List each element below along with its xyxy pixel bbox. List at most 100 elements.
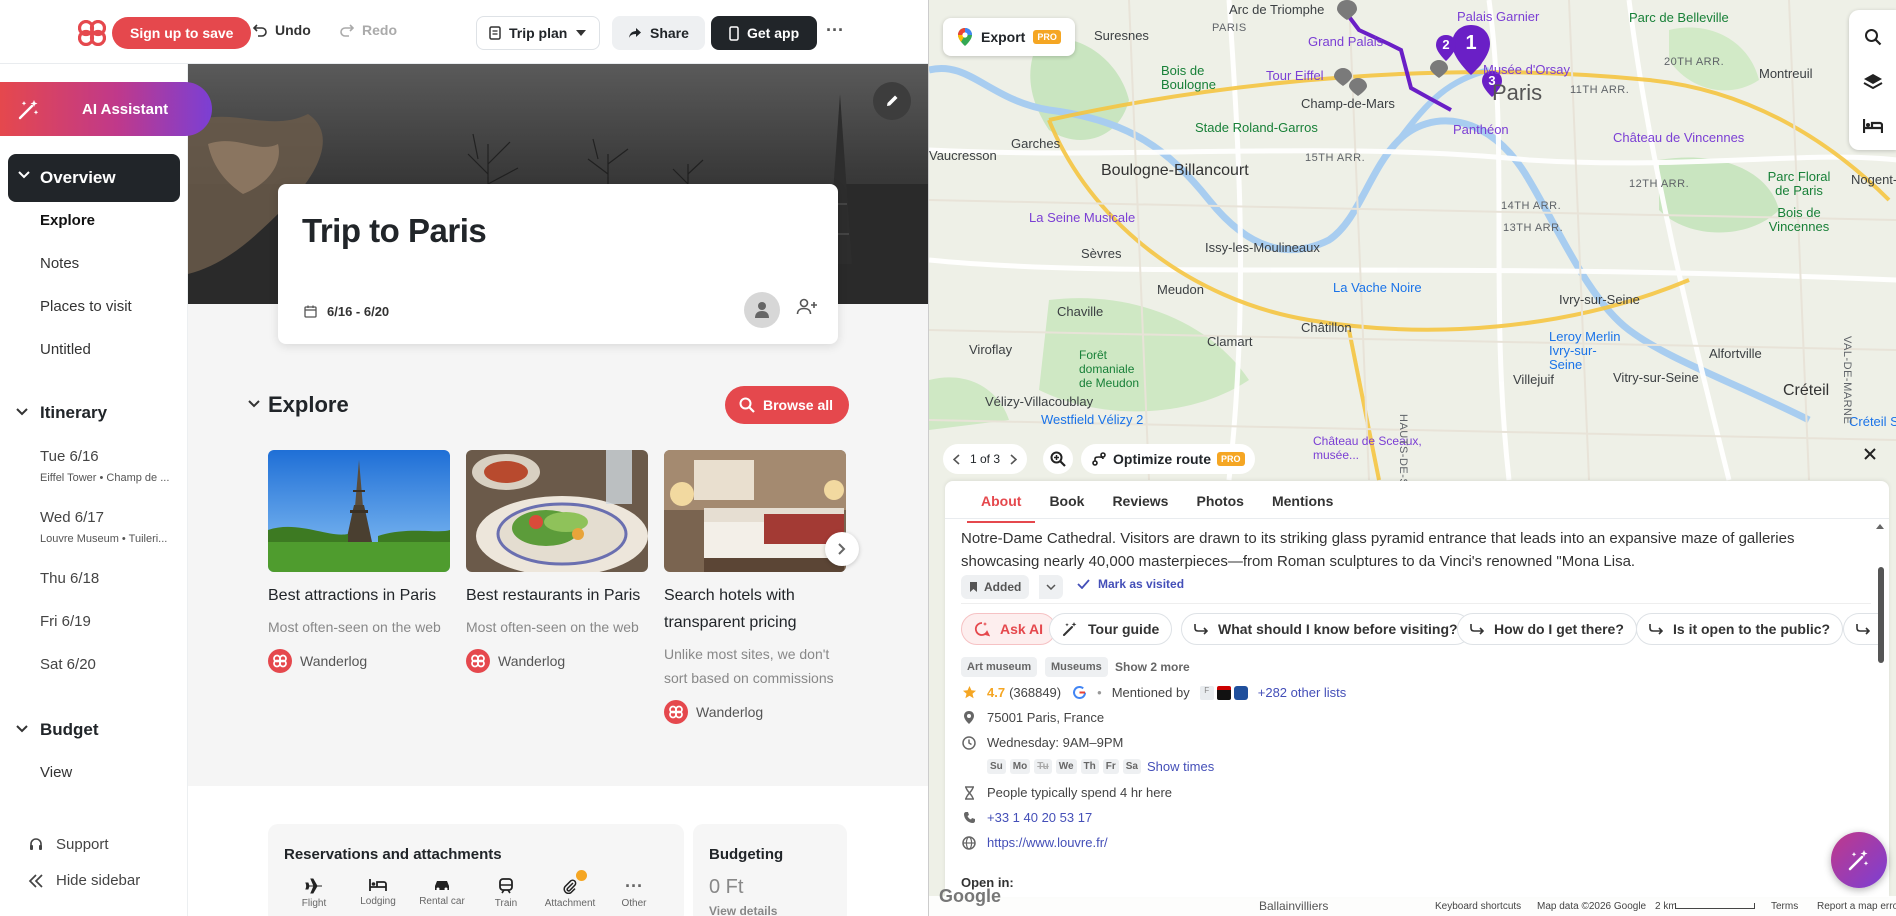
suggested-question-chip[interactable]: How do I get there?	[1457, 613, 1637, 645]
edit-cover-button[interactable]	[873, 82, 911, 120]
sidebar-itinerary-heading[interactable]: Itinerary	[40, 403, 107, 423]
reservation-lodging[interactable]: Lodging	[346, 878, 410, 909]
chip-label: What should I know before visiting?	[1218, 621, 1458, 637]
reservation-flight[interactable]: Flight	[282, 878, 346, 909]
weekday-chip[interactable]: Tu	[1034, 759, 1052, 774]
explore-card-hotels[interactable]: Search hotels with transparent pricing U…	[664, 450, 846, 724]
close-icon[interactable]	[1864, 448, 1876, 460]
address-label: 75001 Paris, France	[987, 710, 1105, 725]
route-pin-2[interactable]: 2	[1435, 34, 1457, 62]
wanderlog-logo-icon[interactable]	[78, 20, 106, 46]
undo-button[interactable]: Undo	[253, 22, 311, 38]
phone-link[interactable]: +33 1 40 20 53 17	[987, 810, 1092, 825]
chevron-right-icon	[838, 543, 846, 555]
avatar[interactable]	[744, 292, 780, 328]
map-label: Alfortville	[1709, 346, 1762, 361]
card-source: Wanderlog	[268, 649, 450, 673]
share-button[interactable]: Share	[612, 16, 705, 50]
weekday-chip[interactable]: Th	[1080, 759, 1099, 774]
browse-all-button[interactable]: Browse all	[725, 386, 850, 424]
scroll-up-arrow-icon[interactable]	[1875, 523, 1885, 530]
sidebar-item-untitled[interactable]: Untitled	[40, 341, 91, 358]
keyboard-shortcuts-link[interactable]: Keyboard shortcuts	[1435, 901, 1521, 912]
mark-as-visited-button[interactable]: Mark as visited	[1077, 577, 1184, 591]
add-user-icon[interactable]	[796, 298, 818, 316]
view-details-link[interactable]: View details	[709, 904, 777, 916]
weekday-chip[interactable]: Su	[987, 759, 1006, 774]
zoom-to-place-button[interactable]	[1043, 444, 1073, 474]
chevron-down-icon[interactable]	[16, 725, 28, 733]
chevron-down-icon[interactable]	[16, 408, 28, 416]
mention-logos[interactable]: F	[1199, 685, 1248, 700]
weekday-chip[interactable]: Fr	[1102, 759, 1119, 774]
other-lists-link[interactable]: +282 other lists	[1258, 685, 1347, 700]
weekday-chip[interactable]: Sa	[1122, 759, 1141, 774]
trip-plan-label: Trip plan	[509, 25, 568, 41]
reservation-rental-car[interactable]: Rental car	[410, 878, 474, 909]
sidebar-item-notes[interactable]: Notes	[40, 255, 79, 272]
carousel-next-button[interactable]	[825, 532, 859, 566]
reviews-count[interactable]: (368849)	[1009, 685, 1061, 700]
category-tag[interactable]: Museums	[1045, 657, 1108, 677]
sign-up-button[interactable]: Sign up to save	[112, 17, 252, 49]
show-more-tags-link[interactable]: Show 2 more	[1115, 660, 1190, 674]
reservation-attachment[interactable]: Attachment	[538, 870, 602, 909]
bed-icon[interactable]	[1863, 118, 1883, 134]
terms-link[interactable]: Terms	[1771, 901, 1798, 912]
support-link[interactable]: Support	[28, 836, 109, 853]
chevron-right-icon[interactable]	[1010, 453, 1018, 465]
place-pager[interactable]: 1 of 3	[943, 444, 1028, 474]
panel-scrollbar[interactable]	[1878, 567, 1884, 663]
reservation-other[interactable]: ··· Other	[602, 877, 666, 909]
sidebar-day[interactable]: Sat 6/20	[40, 656, 96, 673]
suggested-question-chip[interactable]: Is it open to the public?	[1636, 613, 1844, 645]
phone-row[interactable]: +33 1 40 20 53 17	[961, 810, 1092, 825]
optimize-route-button[interactable]: Optimize route PRO	[1081, 444, 1255, 474]
sidebar-day[interactable]: Thu 6/18	[40, 570, 99, 587]
trip-title[interactable]: Trip to Paris	[302, 212, 487, 250]
layers-icon[interactable]	[1863, 72, 1883, 92]
sidebar-day[interactable]: Fri 6/19	[40, 613, 91, 630]
more-options-icon[interactable]: ···	[826, 20, 844, 41]
explore-card-restaurants[interactable]: Best restaurants in Paris Most often-see…	[466, 450, 648, 673]
undo-label: Undo	[275, 22, 311, 38]
map-view[interactable]: 1 2 3 Arc de Triomphe Palais Garnier Par…	[928, 0, 1896, 916]
hide-sidebar-button[interactable]: Hide sidebar	[28, 872, 140, 889]
website-row[interactable]: https://www.louvre.fr/	[961, 835, 1108, 850]
weekday-chip[interactable]: Mo	[1009, 759, 1031, 774]
magic-wand-icon	[1062, 621, 1078, 637]
show-times-link[interactable]: Show times	[1147, 759, 1214, 774]
category-tag[interactable]: Art museum	[961, 657, 1038, 677]
tour-guide-button[interactable]: Tour guide	[1049, 613, 1173, 645]
weekday-chip[interactable]: We	[1055, 759, 1077, 774]
ask-ai-button[interactable]: Ask AI	[961, 613, 1057, 645]
get-app-button[interactable]: Get app	[711, 16, 818, 50]
redo-button[interactable]: Redo	[340, 22, 397, 38]
sidebar-day[interactable]: Tue 6/16	[40, 448, 99, 465]
export-button[interactable]: Export PRO	[943, 18, 1075, 56]
suggested-question-chip[interactable]: What should I know before visiting?	[1181, 613, 1471, 645]
sidebar-item-budget-view[interactable]: View	[40, 764, 72, 781]
sidebar-overview[interactable]: Overview	[8, 154, 180, 202]
website-link[interactable]: https://www.louvre.fr/	[987, 835, 1108, 850]
chevron-left-icon[interactable]	[953, 453, 960, 465]
sidebar-item-explore[interactable]: Explore	[40, 212, 95, 229]
trip-plan-dropdown[interactable]: Trip plan	[476, 16, 601, 50]
sidebar-item-places[interactable]: Places to visit	[40, 298, 132, 315]
budgeting-title: Budgeting	[709, 846, 784, 863]
ai-assistant-fab[interactable]	[1831, 832, 1887, 888]
trip-dates[interactable]: 6/16 - 6/20	[304, 304, 389, 319]
sidebar-budget-heading[interactable]: Budget	[40, 720, 99, 740]
explore-card-attractions[interactable]: Best attractions in Paris Most often-see…	[268, 450, 450, 673]
chevron-down-icon[interactable]	[248, 400, 260, 408]
report-error-link[interactable]: Report a map erro	[1817, 901, 1896, 912]
ai-assistant-button[interactable]: AI Assistant	[0, 82, 212, 136]
added-dropdown-button[interactable]	[1039, 575, 1063, 599]
address-row[interactable]: 75001 Paris, France	[961, 710, 1104, 725]
added-button[interactable]: Added	[961, 575, 1030, 599]
search-icon[interactable]	[1864, 28, 1882, 46]
sidebar-day[interactable]: Wed 6/17	[40, 509, 104, 526]
hours-row[interactable]: Wednesday: 9AM–9PM	[961, 735, 1123, 750]
suggested-question-chip-partial[interactable]	[1843, 613, 1883, 645]
reservation-train[interactable]: Train	[474, 878, 538, 909]
